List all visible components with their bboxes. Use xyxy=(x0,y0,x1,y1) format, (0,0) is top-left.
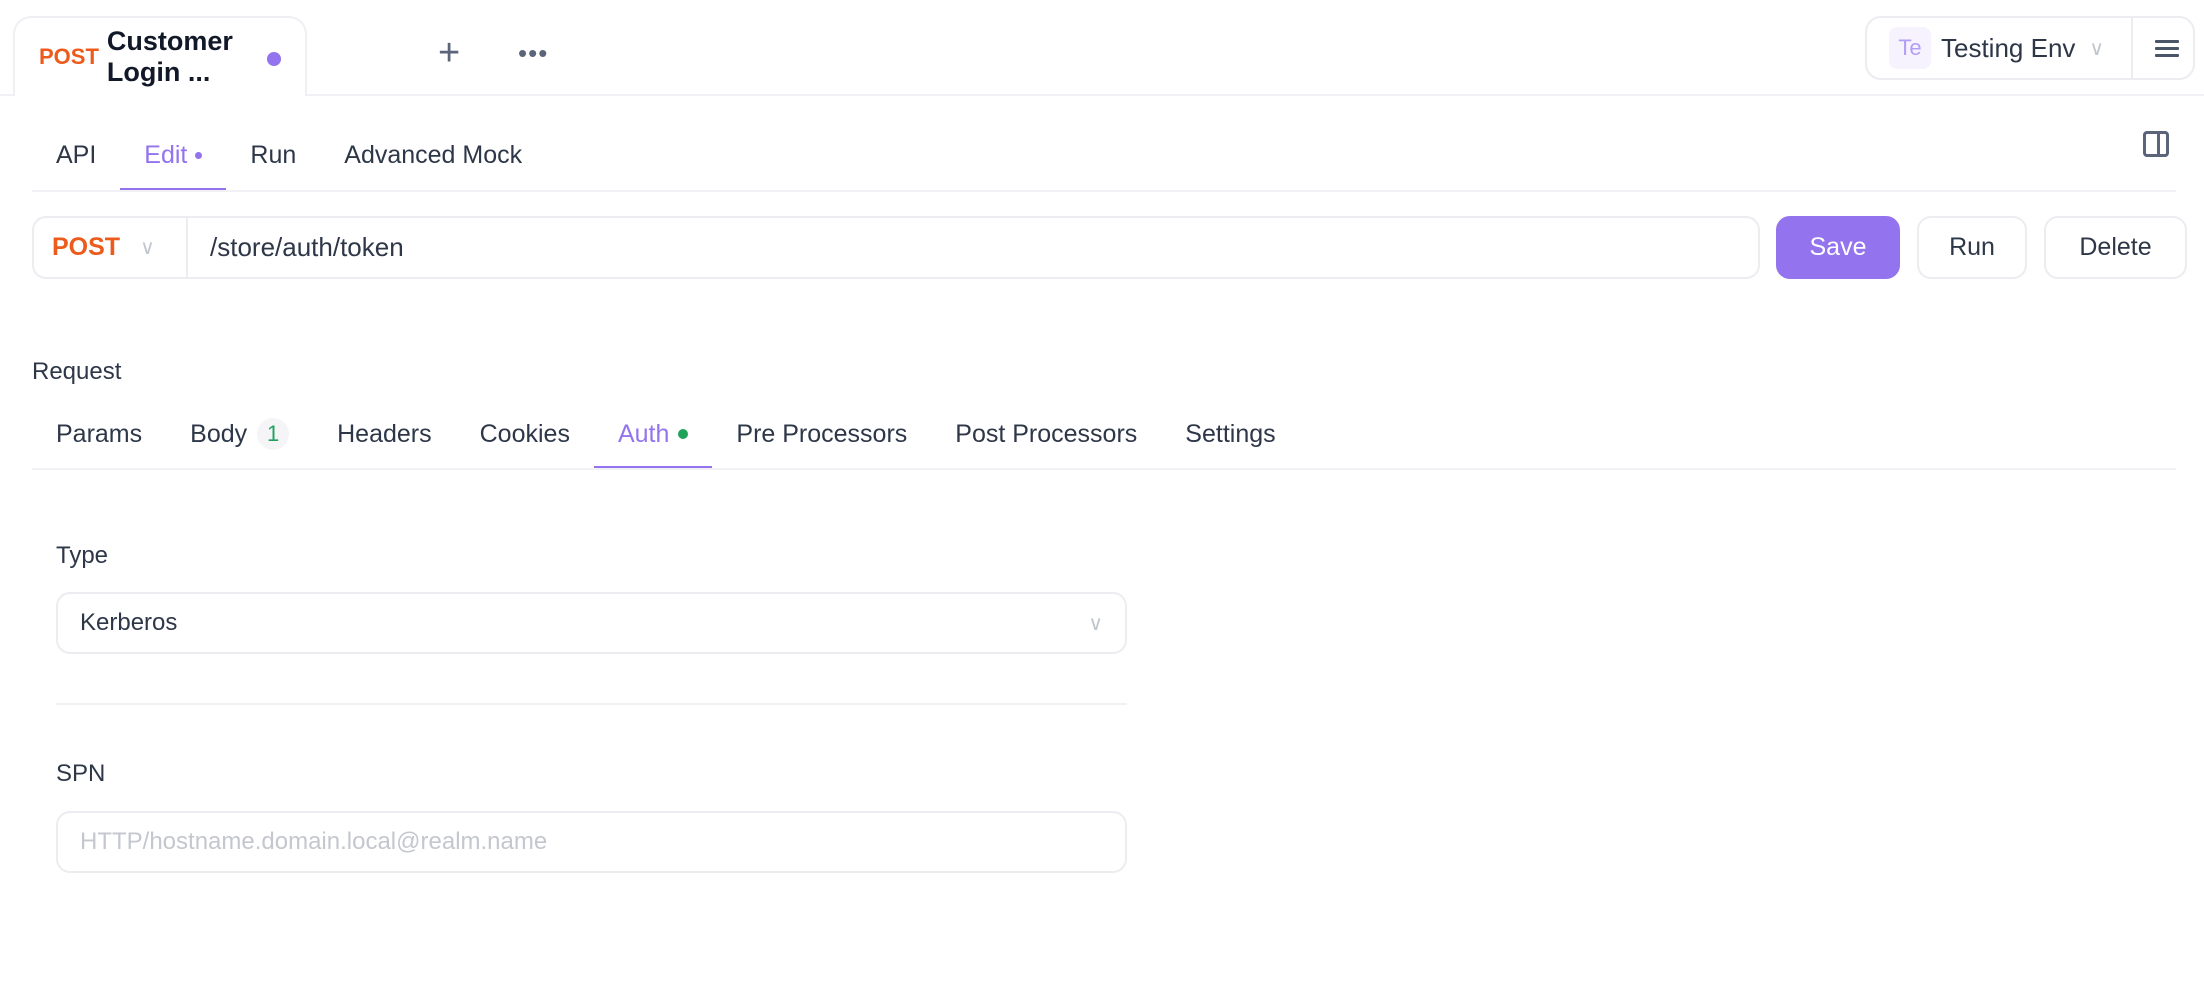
tab-settings[interactable]: Settings xyxy=(1161,400,1299,468)
ellipsis-icon[interactable]: ••• xyxy=(518,38,548,69)
tabs-divider xyxy=(32,190,2176,192)
tab-cookies[interactable]: Cookies xyxy=(456,400,594,468)
file-tab[interactable]: POST Customer Login ... xyxy=(13,16,307,96)
method-select[interactable]: POST ∨ xyxy=(34,218,188,277)
spn-label: SPN xyxy=(56,760,106,787)
section-divider xyxy=(56,703,1127,705)
chevron-down-icon: ∨ xyxy=(140,237,155,259)
request-label: Request xyxy=(32,358,122,385)
count-badge: 1 xyxy=(257,418,290,450)
env-separator xyxy=(2131,18,2133,80)
tab-params[interactable]: Params xyxy=(32,400,166,468)
run-button[interactable]: Run xyxy=(1917,216,2027,279)
tab-advanced-mock[interactable]: Advanced Mock xyxy=(320,120,546,190)
tab-auth[interactable]: Auth xyxy=(593,400,713,470)
env-name: Testing Env xyxy=(1941,32,2076,63)
tab-label: Body xyxy=(190,419,248,448)
tab-api[interactable]: API xyxy=(32,120,120,190)
menu-icon[interactable] xyxy=(2155,40,2179,61)
tab-run[interactable]: Run xyxy=(226,120,320,190)
tab-post-processors[interactable]: Post Processors xyxy=(931,400,1161,468)
auth-type-value: Kerberos xyxy=(80,609,178,636)
tab-pre-processors[interactable]: Pre Processors xyxy=(712,400,931,468)
request-tabs: Params Body 1 Headers Cookies Auth Pre Pr… xyxy=(32,400,1300,470)
type-label: Type xyxy=(56,542,109,569)
environment-selector[interactable]: Te Testing Env ∨ xyxy=(1865,16,2195,80)
topbar-divider xyxy=(0,94,2204,96)
tab-label: API xyxy=(56,140,97,169)
side-panel-icon[interactable] xyxy=(2143,131,2169,157)
tab-label: Pre Processors xyxy=(736,419,908,448)
chevron-down-icon: ∨ xyxy=(1088,612,1103,635)
tab-label: Headers xyxy=(337,419,432,448)
status-dot-icon xyxy=(678,429,689,439)
method-value: POST xyxy=(52,233,121,261)
delete-button[interactable]: Delete xyxy=(2044,216,2187,279)
tab-label: Run xyxy=(250,140,297,169)
tab-label: Auth xyxy=(617,419,670,448)
tab-label: Params xyxy=(56,419,143,448)
unsaved-dot-icon xyxy=(267,52,281,66)
main-tabs: API Edit Run Advanced Mock xyxy=(32,120,546,192)
modified-dot-icon xyxy=(195,151,203,159)
request-tabs-divider xyxy=(32,468,2176,470)
tab-label: Cookies xyxy=(479,419,570,448)
chevron-down-icon: ∨ xyxy=(2089,37,2105,60)
tab-label: Post Processors xyxy=(955,419,1138,448)
url-bar: POST ∨ xyxy=(32,216,1760,279)
save-button[interactable]: Save xyxy=(1776,216,1900,279)
auth-type-select[interactable]: Kerberos ∨ xyxy=(56,592,1127,654)
tab-label: Advanced Mock xyxy=(344,140,523,169)
method-tag: POST xyxy=(39,44,99,69)
env-badge: Te xyxy=(1889,27,1931,69)
url-input[interactable] xyxy=(188,232,1758,263)
spn-input[interactable] xyxy=(56,811,1127,873)
tab-edit[interactable]: Edit xyxy=(120,120,227,192)
tab-headers[interactable]: Headers xyxy=(313,400,456,468)
tab-body[interactable]: Body 1 xyxy=(166,400,313,468)
plus-icon[interactable]: + xyxy=(438,34,460,72)
tab-label: Edit xyxy=(144,140,188,169)
tab-label: Settings xyxy=(1185,419,1276,448)
